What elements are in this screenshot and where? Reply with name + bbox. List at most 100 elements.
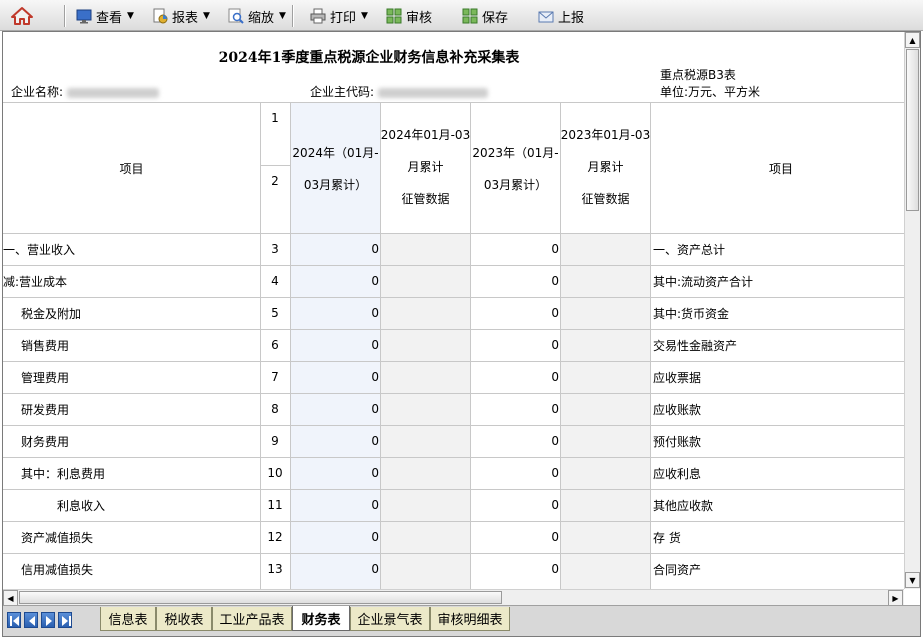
submit-button[interactable]: 上报 <box>538 5 584 27</box>
next-sheet-icon[interactable] <box>41 612 55 628</box>
row-item-label-right: 一、资产总计 <box>653 242 726 257</box>
header-2024-line2: 03月累计） <box>303 177 368 192</box>
value-cell-2024[interactable]: 0 <box>291 553 379 585</box>
monitor-icon <box>76 8 92 24</box>
header-2023-tax-line1: 2023年01月-03 <box>560 127 651 142</box>
tax-code-row: 企业主代码: <box>310 83 488 100</box>
header-2024-tax-line3: 征管数据 <box>401 191 450 206</box>
audit-icon <box>386 8 402 24</box>
chevron-down-icon: ▼ <box>203 11 210 21</box>
row-number: 9 <box>271 434 279 448</box>
row-number: 7 <box>271 370 279 384</box>
save-button[interactable]: 保存 <box>462 5 508 27</box>
value-cell-2023[interactable]: 0 <box>471 361 559 393</box>
value-cell-2023[interactable]: 0 <box>471 553 559 585</box>
row-item-label: 管理费用 <box>21 370 70 385</box>
header-item-right: 项目 <box>769 161 794 176</box>
report-content: 2024年1季度重点税源企业财务信息补充采集表 企业名称: 企业主代码: 重点税… <box>3 32 904 589</box>
value-cell-2023[interactable]: 0 <box>471 265 559 297</box>
first-sheet-icon[interactable] <box>7 612 21 628</box>
value-cell-2024[interactable]: 0 <box>291 425 379 457</box>
scroll-right-icon[interactable]: ▶ <box>888 590 903 606</box>
value-cell-2023[interactable]: 0 <box>471 297 559 329</box>
value-cell-2024[interactable]: 0 <box>291 265 379 297</box>
value-cell-2023[interactable]: 0 <box>471 329 559 361</box>
row-item-label-right: 应收票据 <box>653 370 702 385</box>
header-2023-line2: 03月累计） <box>483 177 548 192</box>
report-button[interactable]: 报表 ▼ <box>152 5 210 27</box>
row-item-label: 减:营业成本 <box>3 274 68 289</box>
header-2024-tax-line2: 月累计 <box>407 159 444 174</box>
company-name-value-redacted <box>66 87 159 98</box>
print-label: 打印 <box>330 10 357 26</box>
scroll-left-icon[interactable]: ◀ <box>3 590 18 606</box>
value-cell-2024[interactable]: 0 <box>291 297 379 329</box>
report-frame: 2024年1季度重点税源企业财务信息补充采集表 企业名称: 企业主代码: 重点税… <box>2 31 921 637</box>
value-cell-2024[interactable]: 0 <box>291 233 379 265</box>
value-cell-2023[interactable]: 0 <box>471 489 559 521</box>
row-number: 4 <box>271 274 279 288</box>
value-cell-2023[interactable]: 0 <box>471 521 559 553</box>
horizontal-scroll-thumb[interactable] <box>19 591 502 604</box>
print-button[interactable]: 打印 ▼ <box>310 5 368 27</box>
value-cell-2024[interactable]: 0 <box>291 393 379 425</box>
printer-icon <box>310 8 326 24</box>
value-cell-2024[interactable]: 0 <box>291 489 379 521</box>
row-number: 10 <box>267 466 283 480</box>
view-button[interactable]: 查看 ▼ <box>76 5 134 27</box>
tab-audit-detail[interactable]: 审核明细表 <box>430 607 510 631</box>
header-2023-line1: 2023年（01月- <box>472 145 559 160</box>
value-cell-2024[interactable]: 0 <box>291 521 379 553</box>
audit-button[interactable]: 审核 <box>386 5 432 27</box>
vertical-scrollbar[interactable]: ▲ ▼ <box>904 32 920 589</box>
vertical-scroll-thumb[interactable] <box>906 49 919 211</box>
tab-info[interactable]: 信息表 <box>100 607 156 631</box>
chevron-down-icon: ▼ <box>127 11 134 21</box>
home-icon[interactable] <box>10 6 34 26</box>
value-cell-2023[interactable]: 0 <box>471 425 559 457</box>
row-item-label-right: 其中:流动资产合计 <box>653 274 754 289</box>
row-item-label: 资产减值损失 <box>21 530 94 545</box>
row-item-label: 税金及附加 <box>21 306 82 321</box>
row-item-label-right: 应收利息 <box>653 466 702 481</box>
value-cell-2024[interactable]: 0 <box>291 457 379 489</box>
row-number: 5 <box>271 306 279 320</box>
value-cell-2023[interactable]: 0 <box>471 393 559 425</box>
tax-code-label: 企业主代码: <box>310 85 375 99</box>
tab-finance[interactable]: 财务表 <box>292 606 350 631</box>
submit-label: 上报 <box>558 10 585 26</box>
header-2024-line1: 2024年（01月- <box>292 145 379 160</box>
row-number: 6 <box>271 338 279 352</box>
row-number: 8 <box>271 402 279 416</box>
row-item-label: 一、营业收入 <box>3 242 76 257</box>
scroll-up-icon[interactable]: ▲ <box>905 32 920 48</box>
row-item-label: 信用减值损失 <box>21 562 94 577</box>
unit-label: 单位:万元、平方米 <box>660 85 761 99</box>
value-cell-2023[interactable]: 0 <box>471 233 559 265</box>
column-2023-tax-background <box>561 233 650 589</box>
tax-code-value-redacted <box>377 87 488 98</box>
value-cell-2024[interactable]: 0 <box>291 329 379 361</box>
tab-tax[interactable]: 税收表 <box>156 607 212 631</box>
value-cell-2024[interactable]: 0 <box>291 361 379 393</box>
header-row-no-2: 2 <box>271 174 279 188</box>
header-item-left: 项目 <box>119 161 144 176</box>
value-cell-2023[interactable]: 0 <box>471 457 559 489</box>
zoom-button[interactable]: 缩放 ▼ <box>228 5 286 27</box>
company-name-label: 企业名称: <box>11 85 64 99</box>
header-2024-tax-line1: 2024年01月-03 <box>380 127 471 142</box>
row-item-label-right: 预付账款 <box>653 434 702 449</box>
row-item-label-right: 交易性金融资产 <box>653 338 738 353</box>
tab-industrial[interactable]: 工业产品表 <box>212 607 292 631</box>
chevron-down-icon: ▼ <box>361 11 368 21</box>
previous-sheet-icon[interactable] <box>24 612 38 628</box>
last-sheet-icon[interactable] <box>58 612 72 628</box>
horizontal-scrollbar[interactable]: ◀ ▶ <box>3 589 904 606</box>
tab-prosperity[interactable]: 企业景气表 <box>350 607 430 631</box>
row-number: 12 <box>267 530 283 544</box>
column-2024-tax-background <box>381 233 470 589</box>
header-2023-tax-line2: 月累计 <box>587 159 624 174</box>
row-item-label-right: 其中:货币资金 <box>653 306 730 321</box>
scroll-down-icon[interactable]: ▼ <box>905 572 920 588</box>
toolbar: 查看 ▼ 报表 ▼ 缩放 ▼ 打印 ▼ 审核 保存 上报 <box>0 0 923 31</box>
